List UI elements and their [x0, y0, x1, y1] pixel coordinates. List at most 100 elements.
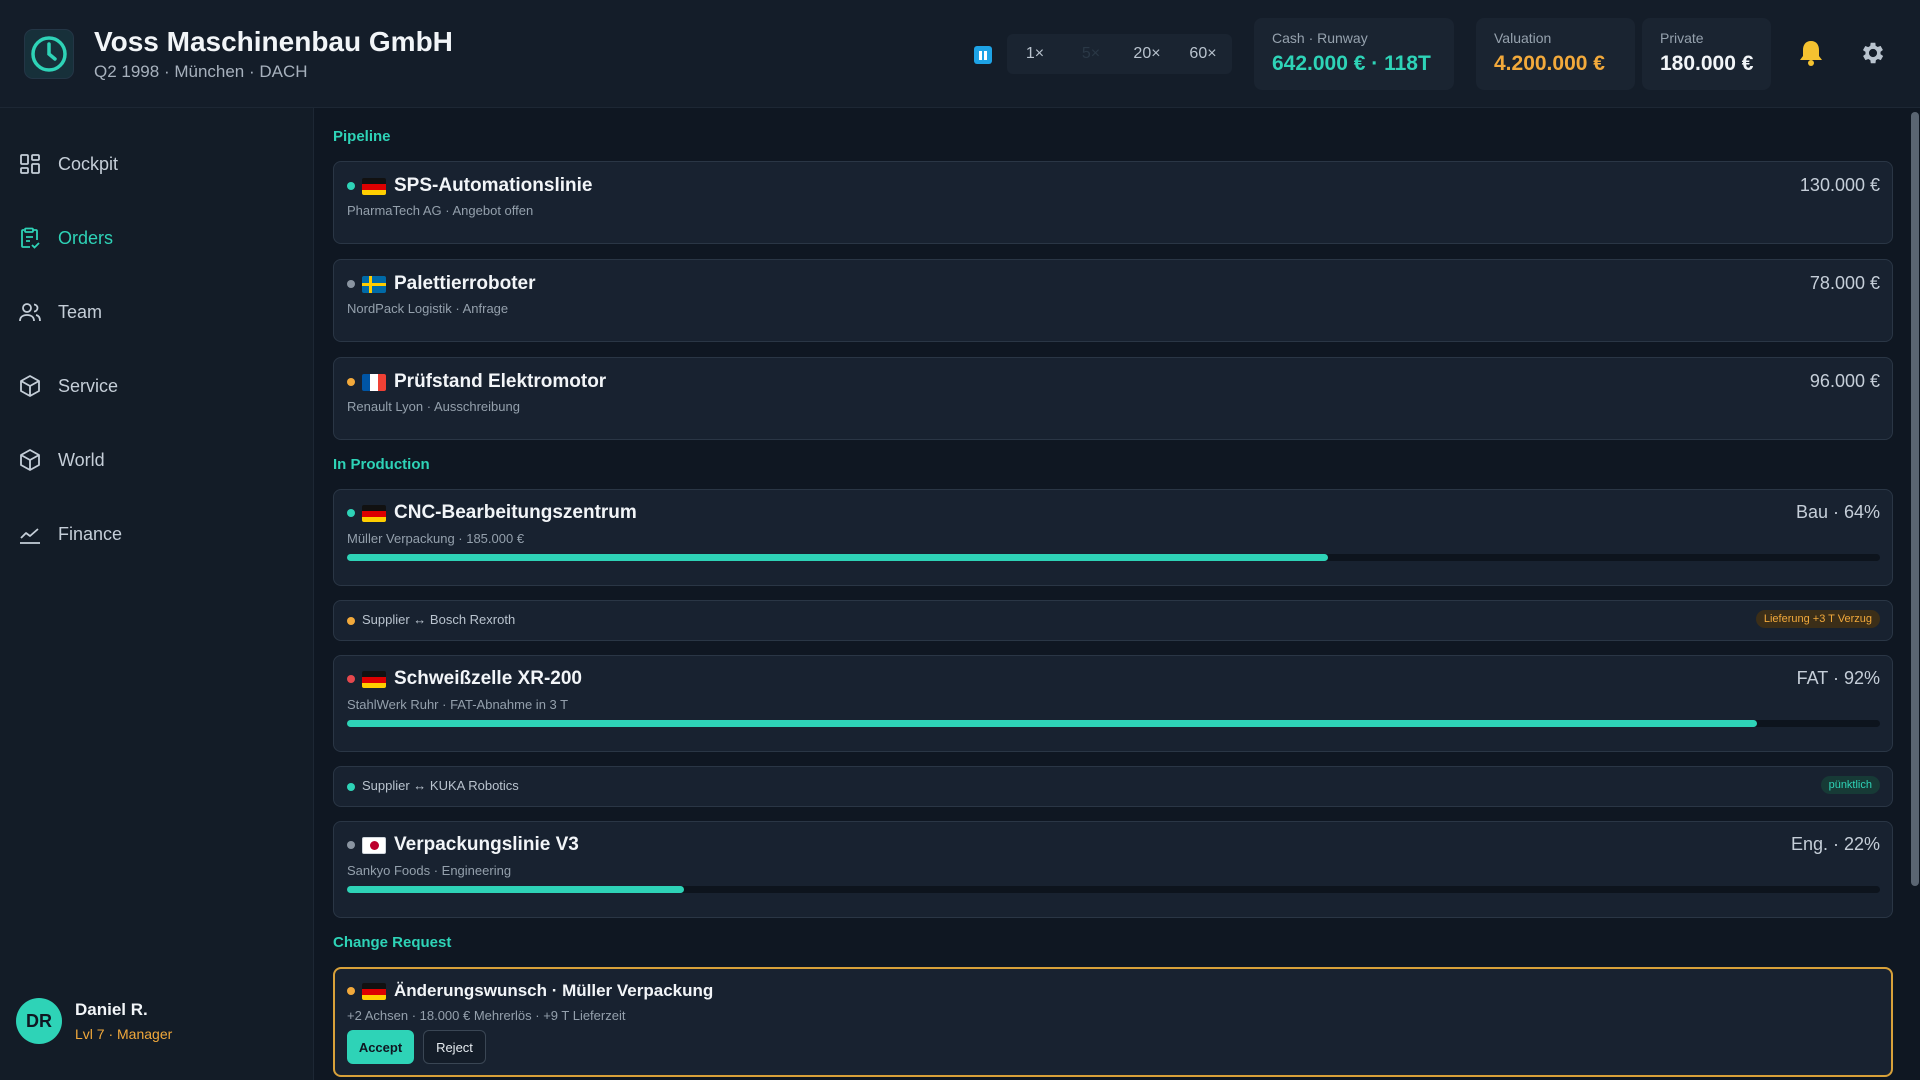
sidebar-item-world[interactable]: World	[18, 440, 298, 480]
sweden-flag-icon	[362, 276, 386, 293]
supplier-label: Supplier ↔ KUKA Robotics	[362, 778, 519, 793]
order-title: Verpackungslinie V3	[394, 834, 579, 855]
order-status: Bau · 64%	[1795, 502, 1880, 522]
progress-bar	[347, 886, 1880, 893]
chart-line-icon	[20, 528, 40, 544]
scrollbar-thumb[interactable]	[1911, 112, 1919, 886]
valuation-value: 4.200.000 €	[1494, 52, 1605, 75]
accept-button[interactable]: Accept	[347, 1030, 414, 1064]
status-dot	[347, 617, 355, 625]
status-dot	[347, 509, 355, 517]
cash-runway-value: 642.000 € · 118T	[1272, 52, 1431, 75]
status-dot	[347, 841, 355, 849]
box-icon	[20, 449, 40, 471]
sidebar-item-label: Cockpit	[58, 153, 119, 174]
supplier-label: Supplier ↔ Bosch Rexroth	[362, 612, 516, 627]
order-title: Prüfstand Elektromotor	[394, 371, 607, 392]
france-flag-icon	[362, 374, 386, 391]
order-title: Palettierroboter	[394, 273, 536, 294]
valuation-stat: Valuation 4.200.000 €	[1476, 18, 1635, 90]
japan-flag-icon	[362, 837, 386, 854]
progress-fill	[347, 554, 1329, 561]
sidebar-item-orders[interactable]: Orders	[18, 218, 298, 258]
order-status: Eng. · 22%	[1790, 834, 1880, 854]
order-subtitle: StahlWerk Ruhr · FAT-Abnahme in 3 T	[347, 697, 569, 712]
pause-icon[interactable]	[974, 46, 992, 64]
germany-flag-icon	[362, 671, 386, 688]
user-name: Daniel R.	[75, 1000, 148, 1019]
section-title-change-request: Change Request	[333, 934, 452, 951]
production-order-card[interactable]: CNC-Bearbeitungszentrum Müller Verpackun…	[333, 489, 1893, 586]
sidebar-item-finance[interactable]: Finance	[18, 514, 298, 554]
change-request-card: Änderungswunsch · Müller Verpackung +2 A…	[333, 967, 1893, 1077]
production-order-card[interactable]: Schweißzelle XR-200 StahlWerk Ruhr · FAT…	[333, 655, 1893, 752]
speed-selector: 1× 5× 20× 60×	[1007, 34, 1232, 74]
supplier-row[interactable]: Supplier ↔ KUKA Robotics pünktlich	[333, 766, 1893, 807]
sidebar-item-service[interactable]: Service	[18, 366, 298, 406]
company-name: Voss Maschinenbau GmbH	[94, 26, 453, 57]
change-request-title: Änderungswunsch · Müller Verpackung	[394, 981, 714, 1000]
gear-icon[interactable]	[1859, 39, 1887, 67]
germany-flag-icon	[362, 505, 386, 522]
cash-runway-label: Cash · Runway	[1272, 30, 1368, 46]
section-title-in-production: In Production	[333, 456, 430, 473]
progress-fill	[347, 886, 685, 893]
speed-5x-button[interactable]: 5×	[1063, 34, 1119, 74]
supplier-row[interactable]: Supplier ↔ Bosch Rexroth Lieferung +3 T …	[333, 600, 1893, 641]
order-title: Schweißzelle XR-200	[394, 668, 582, 689]
valuation-label: Valuation	[1494, 30, 1552, 46]
status-dot	[347, 280, 355, 288]
status-dot	[347, 675, 355, 683]
speed-20x-button[interactable]: 20×	[1119, 34, 1175, 74]
private-label: Private	[1660, 30, 1704, 46]
order-subtitle: Renault Lyon · Ausschreibung	[347, 399, 520, 414]
germany-flag-icon	[362, 178, 386, 195]
cash-runway-stat: Cash · Runway 642.000 € · 118T	[1254, 18, 1454, 90]
pipeline-order-card[interactable]: SPS-Automationslinie PharmaTech AG · Ang…	[333, 161, 1893, 244]
status-dot	[347, 987, 355, 995]
box-icon	[20, 375, 40, 397]
order-status: FAT · 92%	[1796, 668, 1880, 688]
sidebar-item-label: Orders	[58, 227, 114, 248]
sidebar-item-team[interactable]: Team	[18, 292, 298, 332]
pipeline-order-card[interactable]: Palettierroboter NordPack Logistik · Anf…	[333, 259, 1893, 342]
order-value: 130.000 €	[1799, 175, 1880, 195]
sidebar-item-label: Finance	[58, 523, 123, 544]
order-title: CNC-Bearbeitungszentrum	[394, 502, 637, 523]
sidebar-item-label: Team	[58, 301, 103, 322]
progress-bar	[347, 720, 1880, 727]
status-dot	[347, 182, 355, 190]
progress-bar	[347, 554, 1880, 561]
status-dot	[347, 783, 355, 791]
private-value: 180.000 €	[1660, 52, 1754, 75]
speed-60x-button[interactable]: 60×	[1175, 34, 1231, 74]
speed-1x-button[interactable]: 1×	[1007, 34, 1063, 74]
order-value: 96.000 €	[1809, 371, 1880, 391]
production-order-card[interactable]: Verpackungslinie V3 Sankyo Foods · Engin…	[333, 821, 1893, 918]
top-bar: Voss Maschinenbau GmbH Q2 1998 · München…	[0, 0, 1920, 108]
order-subtitle: PharmaTech AG · Angebot offen	[347, 203, 534, 218]
sidebar-item-label: Service	[58, 375, 119, 396]
progress-fill	[347, 720, 1758, 727]
sidebar-item-label: World	[58, 449, 105, 470]
order-title: SPS-Automationslinie	[394, 175, 593, 196]
bell-icon[interactable]	[1797, 38, 1825, 68]
order-value: 78.000 €	[1809, 273, 1880, 293]
company-subtitle: Q2 1998 · München · DACH	[94, 62, 308, 81]
user-role: Lvl 7 · Manager	[75, 1026, 173, 1042]
order-subtitle: Sankyo Foods · Engineering	[347, 863, 512, 878]
clock-logo-icon	[24, 29, 74, 79]
section-title-pipeline: Pipeline	[333, 128, 391, 145]
people-icon	[19, 303, 41, 322]
status-dot	[347, 378, 355, 386]
change-request-details: +2 Achsen · 18.000 € Mehrerlös · +9 T Li…	[347, 1008, 626, 1023]
germany-flag-icon	[362, 983, 386, 1000]
private-stat: Private 180.000 €	[1642, 18, 1771, 90]
on-time-badge: pünktlich	[1820, 776, 1880, 794]
clipboard-check-icon	[21, 227, 40, 249]
reject-button[interactable]: Reject	[423, 1030, 486, 1064]
sidebar-item-cockpit[interactable]: Cockpit	[18, 144, 298, 184]
grid-icon	[20, 154, 40, 174]
avatar[interactable]: DR	[16, 998, 62, 1044]
pipeline-order-card[interactable]: Prüfstand Elektromotor Renault Lyon · Au…	[333, 357, 1893, 440]
